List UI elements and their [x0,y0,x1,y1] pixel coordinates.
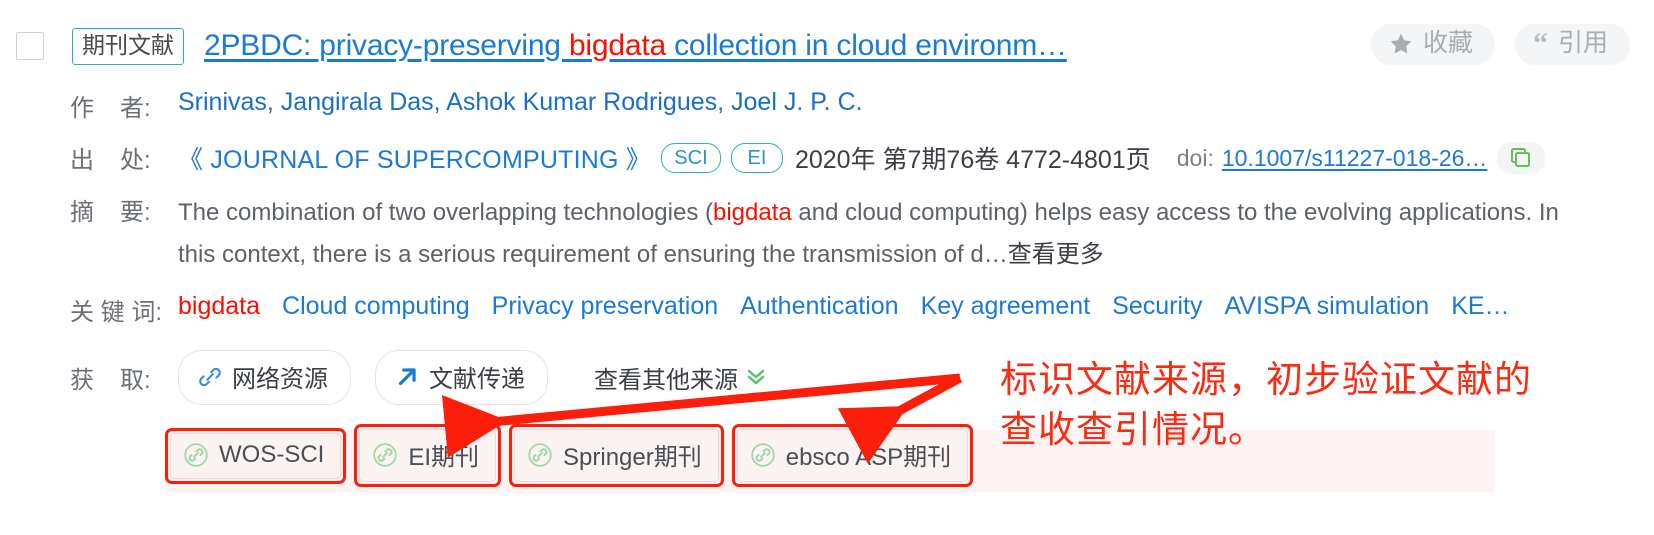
authors-row: 作者: Srinivas, Jangirala Das, Ashok Kumar… [70,88,863,123]
access-buttons: 网络资源 文献传递 查看其他来源 [178,350,768,405]
web-resource-button[interactable]: 网络资源 [178,350,351,405]
source-chip-label: EI期刊 [408,444,480,471]
title-prefix: 2PBDC: privacy-preserving [204,29,569,62]
arrow-up-right-icon [394,364,420,390]
journal-name[interactable]: 《 JOURNAL OF SUPERCOMPUTING 》 [178,140,651,176]
source-chip-outline: ebsco ASP期刊 [731,424,974,487]
abstract-text: The combination of two overlapping techn… [178,192,1598,276]
source-chip-label: WOS-SCI [219,440,325,468]
document-type-badge: 期刊文献 [72,27,184,65]
annotation-text: 标识文献来源，初步验证文献的 查收查引情况。 [1000,355,1640,455]
abstract-label: 摘要: [70,199,151,226]
publication-info: 2020年 第7期76卷 4772-4801页 [794,146,1151,174]
keyword-item[interactable]: AVISPA simulation [1224,292,1429,321]
source-chip[interactable]: ebsco ASP期刊 [736,429,969,482]
authors-label: 作者: [70,95,151,122]
source-chip-label: Springer期刊 [563,444,702,471]
source-chip[interactable]: Springer期刊 [514,429,719,482]
select-record-checkbox[interactable] [16,32,44,60]
link-circle-icon [372,442,398,468]
source-chip[interactable]: EI期刊 [359,429,497,482]
favorite-button[interactable]: 收藏 [1370,24,1495,65]
title-highlight: bigdata [568,29,666,62]
abstract-part1: The combination of two overlapping techn… [178,199,713,226]
annotation-line-2: 查收查引情况。 [1000,409,1266,450]
document-delivery-label: 文献传递 [429,366,525,393]
keyword-item[interactable]: Privacy preservation [492,292,718,321]
star-icon [1389,32,1413,56]
access-label: 获取: [70,367,151,394]
doi-label: doi: [1176,144,1214,171]
title-suffix: collection in cloud environm… [665,29,1067,62]
link-circle-icon [183,442,209,468]
cite-button[interactable]: “ 引用 [1514,24,1630,65]
link-circle-icon [527,442,553,468]
authors-value[interactable]: Srinivas, Jangirala Das, Ashok Kumar Rod… [178,88,863,117]
access-row: 获取: 网络资源 文献传递 查看其他来源 [70,350,768,405]
keywords-list: bigdata Cloud computing Privacy preserva… [178,292,1532,321]
literature-record-card: 期刊文献 2PBDC: privacy-preserving bigdata c… [0,0,1654,535]
source-chips: WOS-SCI EI期刊 Springer期刊 ebsco ASP期刊 [165,424,974,487]
source-chip-label: ebsco ASP期刊 [785,444,952,471]
source-chip-outline: WOS-SCI [165,427,347,484]
show-more-link[interactable]: 查看更多 [1008,241,1104,268]
keyword-item[interactable]: bigdata [178,292,260,321]
source-row: 出处: 《 JOURNAL OF SUPERCOMPUTING 》 SCI EI… [70,140,1546,176]
other-sources-label: 查看其他来源 [594,367,738,394]
keyword-item[interactable]: Authentication [740,292,898,321]
keywords-label: 关 键 词: [70,299,163,326]
abstract-highlight: bigdata [712,199,792,226]
source-chip-outline: Springer期刊 [509,424,724,487]
keyword-item[interactable]: Key agreement [921,292,1091,321]
abstract-row: 摘要: The combination of two overlapping t… [70,192,1598,276]
keywords-row: 关 键 词: bigdata Cloud computing Privacy p… [70,292,1532,327]
source-chip-outline: EI期刊 [354,424,502,487]
other-sources-toggle[interactable]: 查看其他来源 [594,360,768,395]
cite-label: 引用 [1557,29,1608,57]
source-chip[interactable]: WOS-SCI [170,432,342,479]
badge-ei: EI [730,143,783,173]
link-icon [197,364,223,390]
keyword-item[interactable]: Security [1112,292,1202,321]
badge-sci: SCI [660,143,721,173]
keyword-item[interactable]: Cloud computing [282,292,470,321]
keyword-item[interactable]: KE… [1451,292,1509,321]
record-title-link[interactable]: 2PBDC: privacy-preserving bigdata collec… [204,29,1067,63]
favorite-label: 收藏 [1422,29,1473,57]
link-circle-icon [750,442,776,468]
web-resource-label: 网络资源 [232,366,328,393]
copy-doi-button[interactable] [1497,142,1546,174]
record-actions: 收藏 “ 引用 [1370,24,1630,65]
copy-icon [1509,146,1533,170]
annotation-line-1: 标识文献来源，初步验证文献的 [1000,359,1532,400]
quote-icon: “ [1532,26,1548,60]
source-label: 出处: [70,147,151,174]
double-chevron-down-icon [744,363,768,393]
document-delivery-button[interactable]: 文献传递 [375,350,548,405]
doi-link[interactable]: 10.1007/s11227-018-26… [1222,145,1488,172]
